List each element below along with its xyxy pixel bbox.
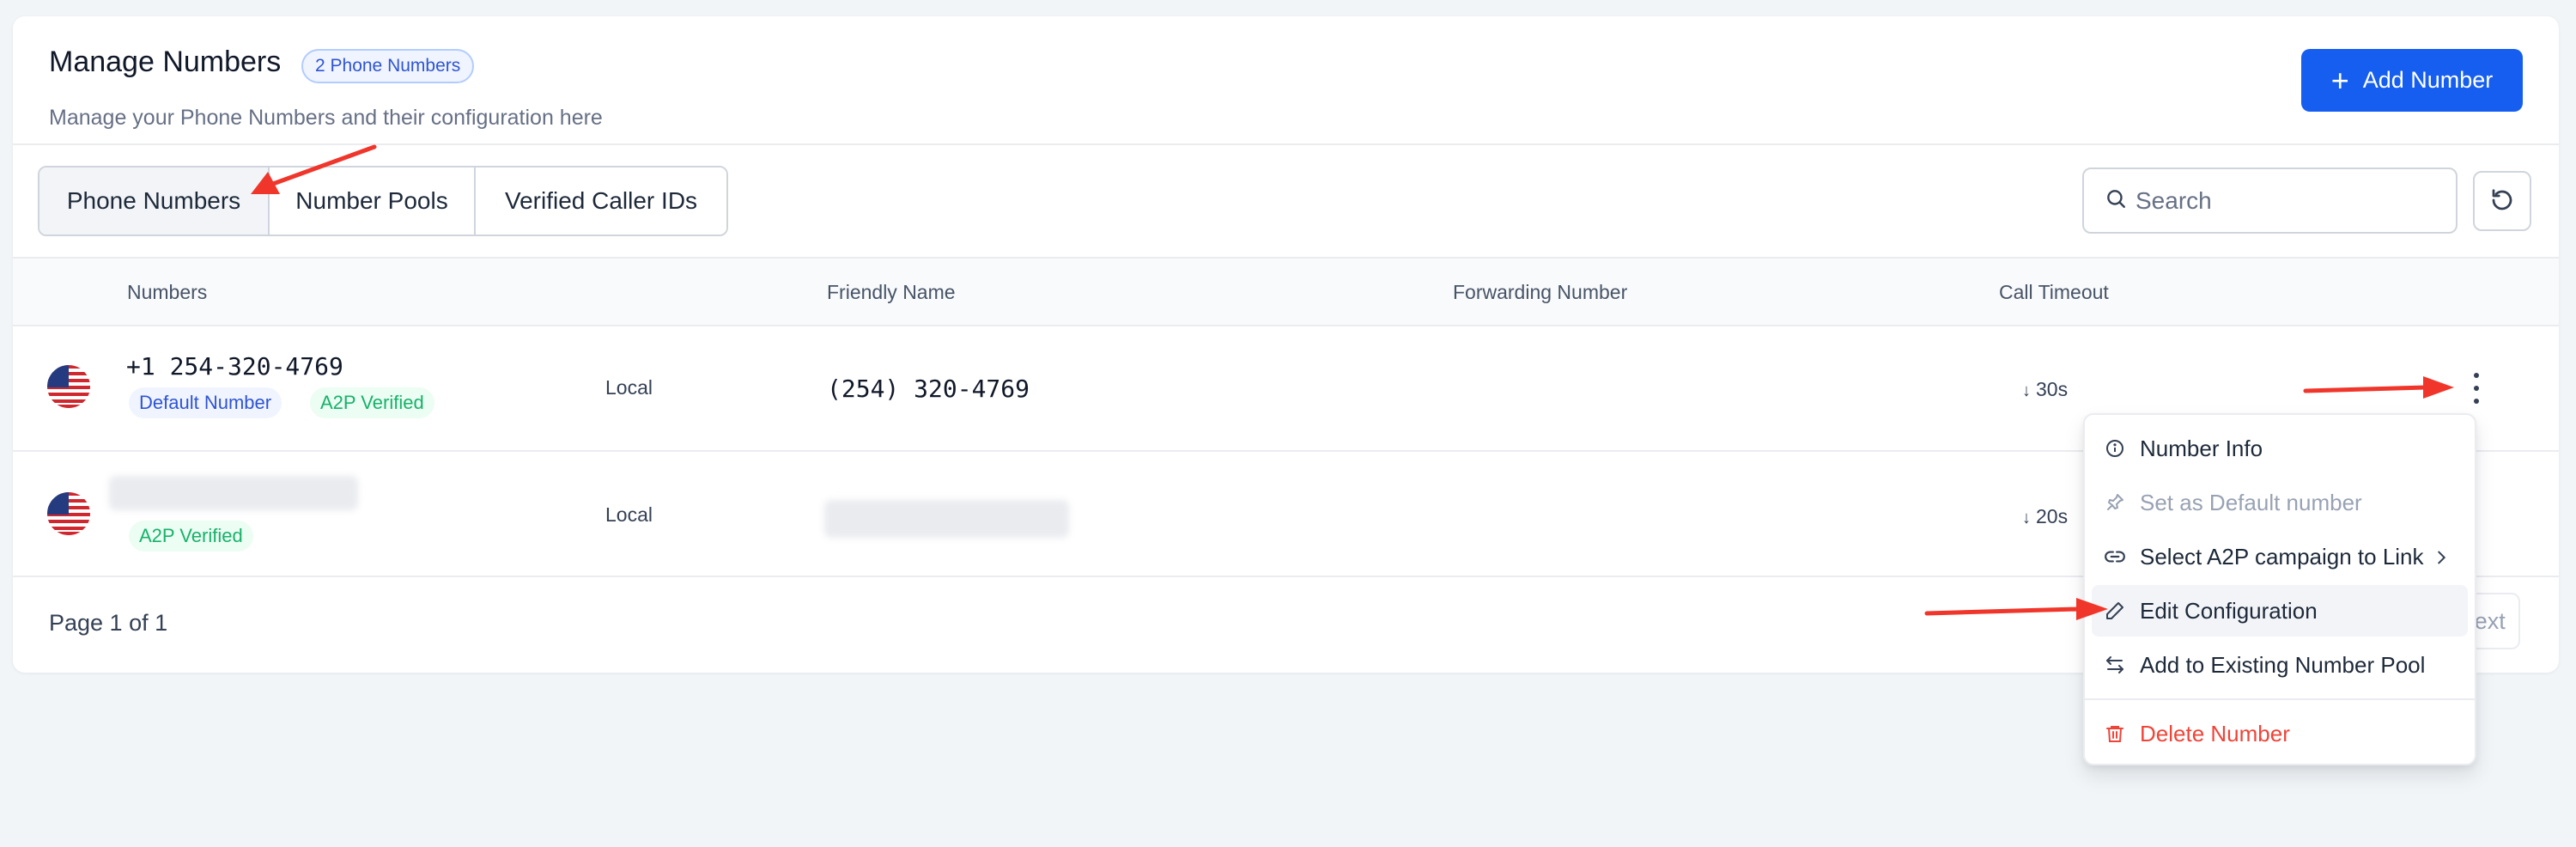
tab-group: Phone Numbers Number Pools Verified Call…: [38, 166, 728, 236]
refresh-button[interactable]: [2473, 171, 2531, 231]
a2p-verified-badge: A2P Verified: [310, 387, 434, 418]
chevron-right-icon: [2432, 546, 2451, 573]
menu-item-label: Edit Configuration: [2140, 597, 2318, 624]
page-title: Manage Numbers: [49, 46, 282, 78]
call-timeout-value: 20s: [2036, 505, 2069, 527]
menu-item-label: Add to Existing Number Pool: [2140, 651, 2426, 678]
add-number-label: Add Number: [2362, 67, 2494, 93]
table-header: Numbers Friendly Name Forwarding Number …: [13, 257, 2559, 326]
arrow-down-icon: ↓: [2022, 381, 2031, 400]
default-number-badge: Default Number: [129, 387, 283, 418]
tab-number-pools[interactable]: Number Pools: [270, 168, 476, 235]
column-friendly-name: Friendly Name: [827, 281, 956, 303]
page-header: Manage Numbers 2 Phone Numbers Manage yo…: [13, 16, 2559, 145]
menu-item-label: Delete Number: [2140, 720, 2290, 746]
pin-icon: [2104, 491, 2126, 514]
menu-item-add-to-pool[interactable]: Add to Existing Number Pool: [2092, 639, 2468, 691]
us-flag-icon: [47, 492, 90, 535]
actions-menu: Number Info Set as Default number Select…: [2083, 413, 2476, 765]
page-subtitle: Manage your Phone Numbers and their conf…: [49, 106, 603, 130]
column-numbers: Numbers: [127, 281, 208, 303]
redacted-friendly-name: [824, 500, 1069, 538]
phone-number: +1 254-320-4769: [126, 352, 343, 381]
column-forwarding-number: Forwarding Number: [1453, 281, 1628, 303]
tab-verified-caller-ids[interactable]: Verified Caller IDs: [476, 168, 726, 235]
friendly-name: (254) 320-4769: [827, 375, 1030, 403]
phone-count-badge: 2 Phone Numbers: [301, 49, 475, 83]
menu-item-delete-number[interactable]: Delete Number: [2092, 708, 2468, 759]
menu-item-edit-configuration[interactable]: Edit Configuration: [2092, 585, 2468, 637]
page-info: Page 1 of 1: [49, 610, 168, 636]
refresh-icon: [2489, 187, 2515, 216]
number-type: Local: [605, 376, 653, 399]
number-type: Local: [605, 503, 653, 526]
add-number-button[interactable]: + Add Number: [2301, 49, 2523, 112]
pencil-icon: [2104, 600, 2126, 622]
link-icon: [2104, 545, 2126, 568]
call-timeout: ↓ 20s: [2014, 500, 2076, 533]
us-flag-icon: [47, 365, 90, 408]
column-call-timeout: Call Timeout: [1999, 281, 2109, 303]
a2p-verified-badge: A2P Verified: [129, 521, 253, 551]
menu-item-number-info[interactable]: Number Info: [2092, 423, 2468, 474]
plus-icon: +: [2330, 62, 2349, 98]
menu-item-label: Select A2P campaign to Link: [2140, 543, 2424, 570]
search-box: [2082, 168, 2458, 234]
info-icon: [2104, 437, 2126, 460]
menu-item-label: Number Info: [2140, 435, 2263, 461]
more-actions-icon[interactable]: [2466, 373, 2487, 404]
call-timeout: ↓ 30s: [2014, 373, 2076, 405]
menu-item-label: Set as Default number: [2140, 489, 2362, 515]
call-timeout-value: 30s: [2036, 378, 2069, 400]
redacted-phone-number: [109, 476, 358, 510]
menu-divider: [2085, 698, 2475, 700]
search-icon: [2105, 187, 2127, 214]
trash-icon: [2104, 722, 2126, 745]
arrow-down-icon: ↓: [2022, 509, 2031, 527]
search-input[interactable]: [2136, 186, 2445, 215]
tab-phone-numbers[interactable]: Phone Numbers: [39, 168, 270, 235]
menu-item-select-a2p-campaign[interactable]: Select A2P campaign to Link: [2092, 531, 2468, 582]
swap-icon: [2104, 654, 2126, 676]
menu-item-set-default[interactable]: Set as Default number: [2092, 477, 2468, 528]
